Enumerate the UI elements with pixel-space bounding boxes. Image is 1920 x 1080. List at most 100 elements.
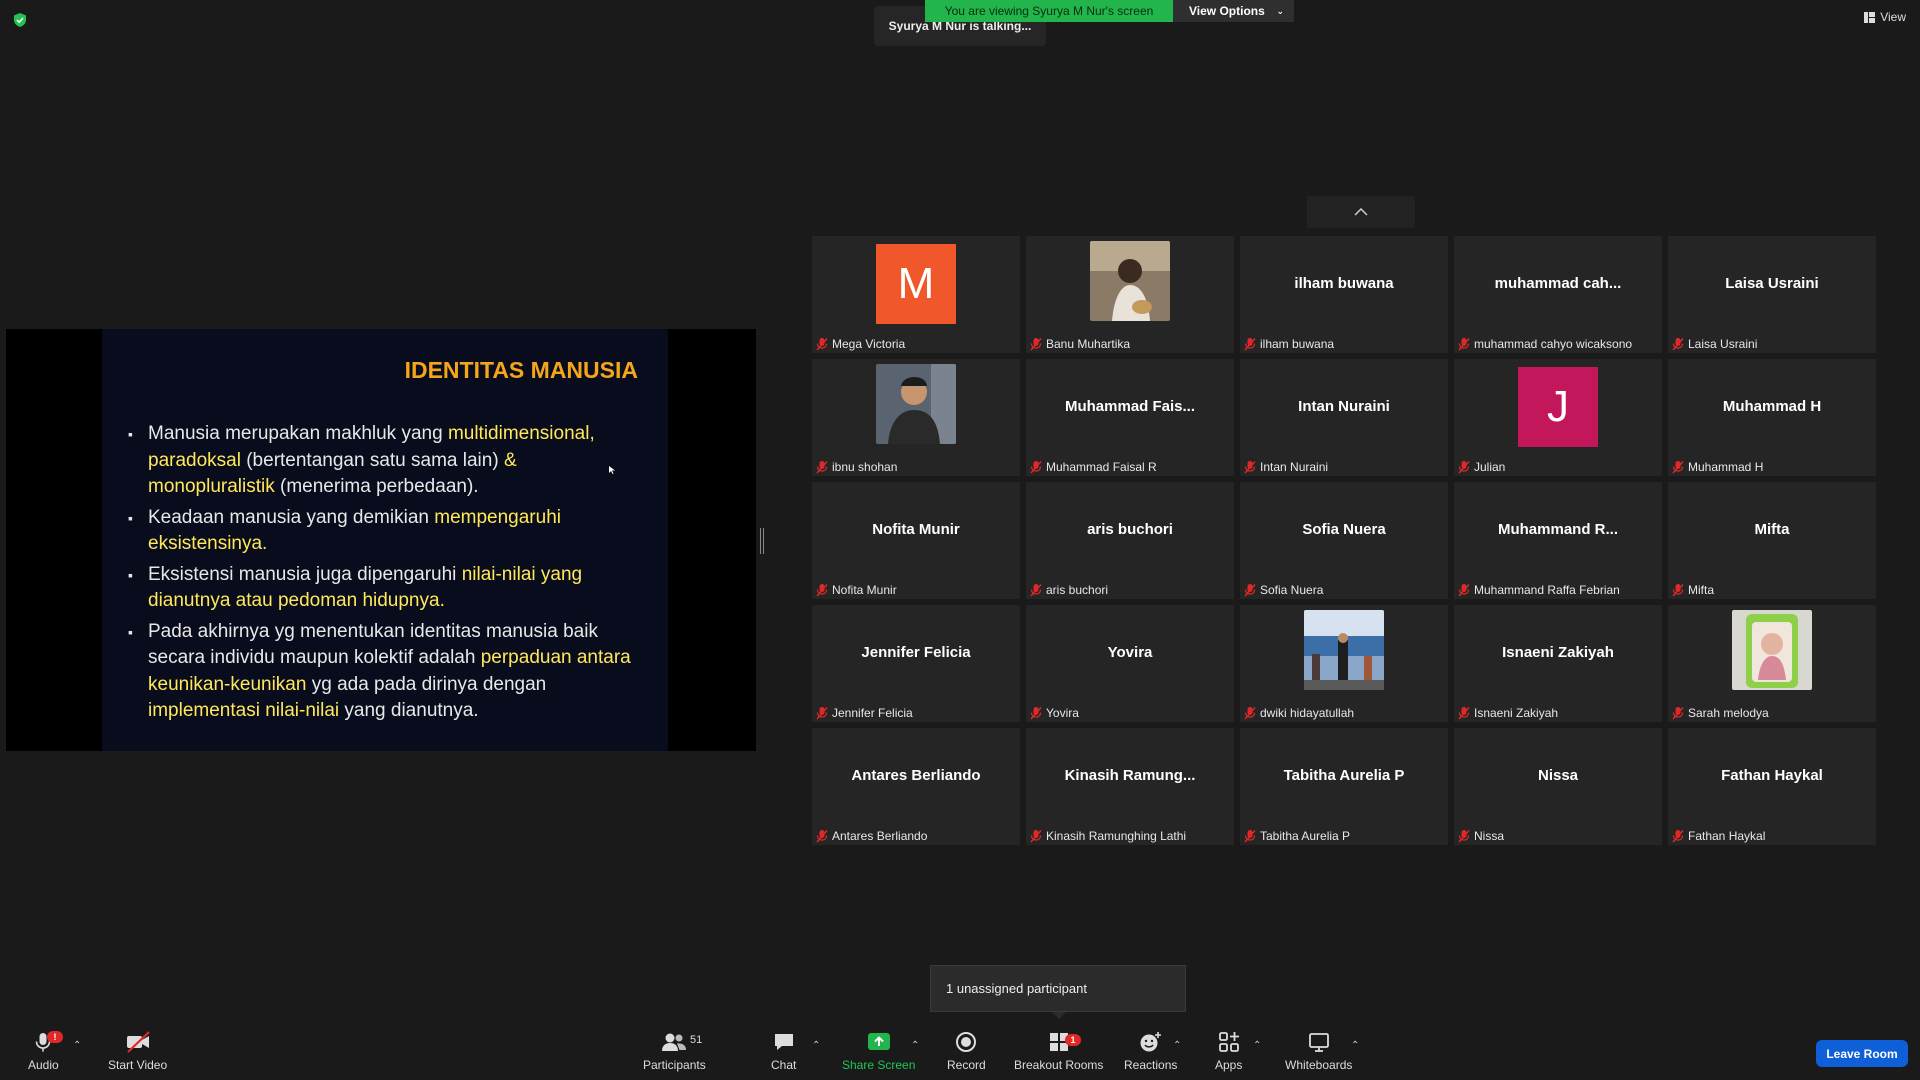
participant-tile[interactable]: Isnaeni Zakiyah Isnaeni Zakiyah	[1454, 605, 1662, 722]
participant-name: Muhammand Raffa Febrian	[1474, 583, 1620, 597]
view-label: View	[1880, 10, 1906, 24]
participant-video-area: Fathan Haykal	[1668, 728, 1876, 823]
participant-name-label: Nofita Munir	[816, 583, 897, 597]
participant-name: Laisa Usraini	[1688, 337, 1758, 351]
participant-tile[interactable]: Muhammad Fais... Muhammad Faisal R	[1026, 359, 1234, 476]
mic-muted-icon	[1672, 707, 1684, 720]
participant-tile[interactable]: muhammad cah... muhammad cahyo wicaksono	[1454, 236, 1662, 353]
slide-text: (menerima perbedaan).	[274, 476, 479, 497]
participant-name: Muhammad Faisal R	[1046, 460, 1157, 474]
participant-tile[interactable]: Intan Nuraini Intan Nuraini	[1240, 359, 1448, 476]
participant-display-name: Muhammand R...	[1497, 521, 1618, 538]
participant-tile[interactable]: Fathan Haykal Fathan Haykal	[1668, 728, 1876, 845]
participant-tile[interactable]: Yovira Yovira	[1026, 605, 1234, 722]
participant-tile[interactable]: ilham buwana ilham buwana	[1240, 236, 1448, 353]
mic-muted-icon	[1030, 830, 1042, 843]
participant-name-label: Fathan Haykal	[1672, 829, 1765, 843]
participant-name: Intan Nuraini	[1260, 460, 1329, 474]
whiteboards-button[interactable]: Whiteboards	[1285, 1030, 1352, 1072]
participant-tile[interactable]: Jennifer Felicia Jennifer Felicia	[812, 605, 1020, 722]
reactions-label: Reactions	[1124, 1058, 1178, 1072]
unassigned-participants-popup[interactable]: 1 unassigned participant	[930, 965, 1186, 1012]
participant-tile[interactable]: Mifta Mifta	[1668, 482, 1876, 599]
participant-tile[interactable]: ibnu shohan	[812, 359, 1020, 476]
shared-screen: IDENTITAS MANUSIA Manusia merupakan makh…	[6, 329, 756, 751]
participant-tile[interactable]: Kinasih Ramung... Kinasih Ramunghing Lath…	[1026, 728, 1234, 845]
mic-muted-icon	[1244, 830, 1256, 843]
participant-photo	[1304, 610, 1384, 695]
participant-video-area: Laisa Usraini	[1668, 236, 1876, 331]
participant-video-area: Sofia Nuera	[1240, 482, 1448, 577]
security-shield-icon[interactable]	[12, 12, 28, 28]
apps-options-caret[interactable]: ⌃	[1253, 1040, 1261, 1051]
apps-button[interactable]: Apps	[1215, 1030, 1242, 1072]
chat-button[interactable]: Chat	[771, 1030, 796, 1072]
video-off-icon	[126, 1031, 150, 1053]
view-button[interactable]: View	[1864, 10, 1906, 24]
record-button[interactable]: Record	[947, 1030, 986, 1072]
slide-text: Eksistensi manusia juga dipengaruhi	[148, 563, 462, 585]
chat-options-caret[interactable]: ⌃	[812, 1040, 820, 1051]
mic-muted-icon	[1458, 338, 1470, 351]
gallery-page-up-button[interactable]	[1307, 196, 1415, 228]
reactions-options-caret[interactable]: ⌃	[1173, 1040, 1181, 1051]
start-video-button[interactable]: Start Video	[108, 1030, 167, 1072]
participant-video-area: aris buchori	[1026, 482, 1234, 577]
participant-name-label: muhammad cahyo wicaksono	[1458, 337, 1632, 351]
participant-video-area: Antares Berliando	[812, 728, 1020, 823]
slide-content: IDENTITAS MANUSIA Manusia merupakan makh…	[102, 329, 668, 751]
apps-icon	[1218, 1032, 1239, 1052]
participant-tile[interactable]: Sofia Nuera Sofia Nuera	[1240, 482, 1448, 599]
breakout-rooms-button[interactable]: Breakout Rooms	[1014, 1030, 1103, 1072]
participant-display-name: Mifta	[1754, 521, 1790, 538]
participant-name-label: Nissa	[1458, 829, 1504, 843]
participant-name-label: Muhammad H	[1672, 460, 1763, 474]
audio-options-caret[interactable]: ⌃	[73, 1040, 81, 1051]
whiteboards-options-caret[interactable]: ⌃	[1351, 1040, 1359, 1051]
participant-tile[interactable]: Nofita Munir Nofita Munir	[812, 482, 1020, 599]
participant-name: Nofita Munir	[832, 583, 897, 597]
participant-name-label: aris buchori	[1030, 583, 1108, 597]
participant-tile[interactable]: dwiki hidayatullah	[1240, 605, 1448, 722]
participant-display-name: Fathan Haykal	[1721, 767, 1823, 784]
avatar: M	[876, 243, 956, 324]
mic-muted-icon	[1672, 584, 1684, 597]
participant-name-label: dwiki hidayatullah	[1244, 706, 1354, 720]
share-screen-button[interactable]: Share Screen	[842, 1030, 915, 1072]
reactions-button[interactable]: Reactions	[1124, 1030, 1177, 1072]
leave-room-button[interactable]: Leave Room	[1816, 1040, 1908, 1067]
participant-name: Julian	[1474, 460, 1506, 474]
participant-tile[interactable]: Muhammad H Muhammad H	[1668, 359, 1876, 476]
participant-display-name: Kinasih Ramung...	[1064, 767, 1196, 784]
participant-display-name: Antares Berliando	[851, 767, 981, 784]
participant-tile[interactable]: Antares Berliando Antares Berliando	[812, 728, 1020, 845]
participant-name-label: ibnu shohan	[816, 460, 897, 474]
mic-muted-icon	[1244, 707, 1256, 720]
mic-muted-icon	[1030, 338, 1042, 351]
participant-name-label: Tabitha Aurelia P	[1244, 829, 1350, 843]
participant-name: Isnaeni Zakiyah	[1474, 706, 1559, 720]
participant-photo	[876, 364, 956, 449]
participant-name: dwiki hidayatullah	[1260, 706, 1355, 720]
view-options-button[interactable]: View Options ⌄	[1173, 0, 1294, 22]
participant-tile[interactable]: Nissa Nissa	[1454, 728, 1662, 845]
participant-tile[interactable]: Banu Muhartika	[1026, 236, 1234, 353]
participant-tile[interactable]: Muhammand R... Muhammand Raffa Febrian	[1454, 482, 1662, 599]
participant-tile[interactable]: Tabitha Aurelia P Tabitha Aurelia P	[1240, 728, 1448, 845]
participant-tile[interactable]: aris buchori aris buchori	[1026, 482, 1234, 599]
participant-tile[interactable]: Laisa Usraini Laisa Usraini	[1668, 236, 1876, 353]
participant-tile[interactable]: M Mega Victoria	[812, 236, 1020, 353]
participant-name: Jennifer Felicia	[832, 706, 913, 720]
participant-video-area	[1240, 605, 1448, 700]
participant-display-name: Yovira	[1107, 644, 1153, 661]
participant-name-label: Sarah melodya	[1672, 706, 1769, 720]
participant-video-area: Yovira	[1026, 605, 1234, 700]
participant-name-label: Jennifer Felicia	[816, 706, 913, 720]
participant-tile[interactable]: J Julian	[1454, 359, 1662, 476]
mouse-cursor-icon	[609, 466, 615, 474]
share-screen-options-caret[interactable]: ⌃	[911, 1040, 919, 1051]
participant-tile[interactable]: Sarah melodya	[1668, 605, 1876, 722]
slide-bullet-list: Manusia merupakan makhluk yang multidime…	[128, 421, 638, 729]
grid-view-icon	[1864, 11, 1876, 23]
panel-resize-handle[interactable]	[760, 528, 764, 554]
